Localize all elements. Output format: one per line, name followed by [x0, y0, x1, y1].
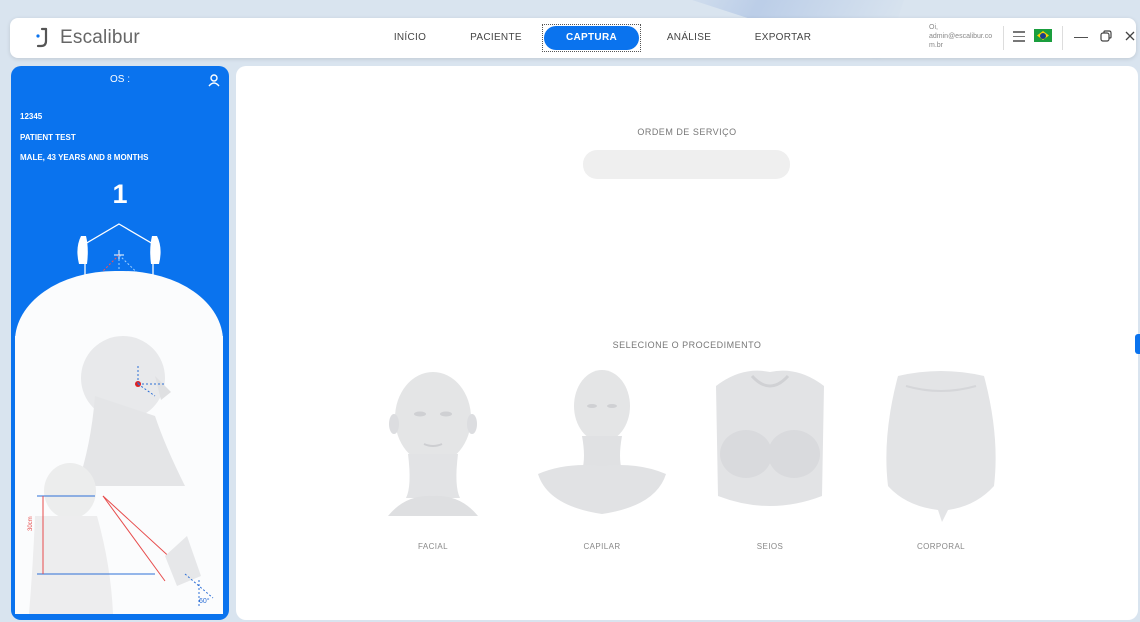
capilar-bust-icon [538, 370, 666, 514]
os-label: OS : [109, 74, 130, 85]
capture-guide-illustration [29, 336, 214, 614]
nav-analise[interactable]: ANÁLISE [641, 26, 737, 50]
order-of-service-label: ORDEM DE SERVIÇO [637, 127, 737, 137]
app-logo: Escalibur [34, 27, 140, 49]
divider [1062, 26, 1063, 50]
nav-captura-focus: CAPTURA [542, 24, 641, 52]
procedure-facial[interactable]: FACIAL [386, 366, 480, 556]
minimize-icon[interactable]: — [1073, 28, 1089, 44]
patient-id: 12345 [20, 112, 43, 121]
title-bar: Escalibur INÍCIO PACIENTE CAPTURA ANÁLIS… [10, 18, 1136, 58]
restore-icon[interactable] [1098, 28, 1114, 44]
order-of-service-input[interactable] [583, 150, 790, 179]
procedure-corporal-label: CORPORAL [916, 542, 966, 551]
capture-step-number: 1 [112, 179, 128, 209]
patient-details: MALE, 43 YEARS AND 8 MONTHS [20, 153, 149, 162]
distance-label: 30cm [28, 516, 34, 531]
procedure-facial-label: FACIAL [418, 542, 448, 551]
corporal-hips-icon [886, 371, 996, 522]
divider [1003, 26, 1004, 50]
os-header: OS : [11, 72, 229, 88]
nav-paciente[interactable]: PACIENTE [450, 26, 542, 50]
user-search-icon[interactable] [207, 73, 221, 87]
facial-head-icon [388, 372, 478, 516]
user-greeting: Oi, [929, 24, 938, 31]
patient-panel: OS : 12345 PATIENT TEST MALE, 43 YEARS A… [11, 66, 229, 620]
angle-label: 60° [199, 598, 210, 605]
hamburger-icon[interactable] [1013, 31, 1025, 43]
user-email: admin@escalibur.com.br [929, 33, 993, 49]
panel-curve [15, 271, 223, 343]
procedure-capilar-label: CAPILAR [583, 542, 621, 551]
escalibur-logo-icon [36, 27, 48, 48]
capture-main-panel: ORDEM DE SERVIÇO SELECIONE O PROCEDIMENT… [236, 66, 1138, 620]
close-icon[interactable] [1122, 28, 1138, 44]
procedure-seios-label: SEIOS [756, 542, 784, 551]
reference-illustration: 30cm 60° [15, 336, 223, 614]
procedure-capilar[interactable]: CAPILAR [536, 366, 668, 556]
nav-captura[interactable]: CAPTURA [544, 26, 639, 50]
app-name: Escalibur [60, 27, 140, 48]
procedure-seios[interactable]: SEIOS [712, 366, 828, 556]
user-info: Oi, admin@escalibur.com.br [929, 23, 999, 50]
procedure-label: SELECIONE O PROCEDIMENTO [612, 340, 762, 350]
nav-inicio[interactable]: INÍCIO [370, 26, 450, 50]
brazil-flag-icon[interactable] [1034, 29, 1052, 42]
main-nav: INÍCIO PACIENTE CAPTURA ANÁLISE EXPORTAR [370, 24, 829, 52]
seios-torso-icon [716, 370, 824, 506]
nav-exportar[interactable]: EXPORTAR [737, 26, 829, 50]
procedure-corporal[interactable]: CORPORAL [876, 366, 1006, 556]
side-panel-handle[interactable] [1135, 334, 1140, 354]
patient-name: PATIENT TEST [20, 133, 76, 142]
